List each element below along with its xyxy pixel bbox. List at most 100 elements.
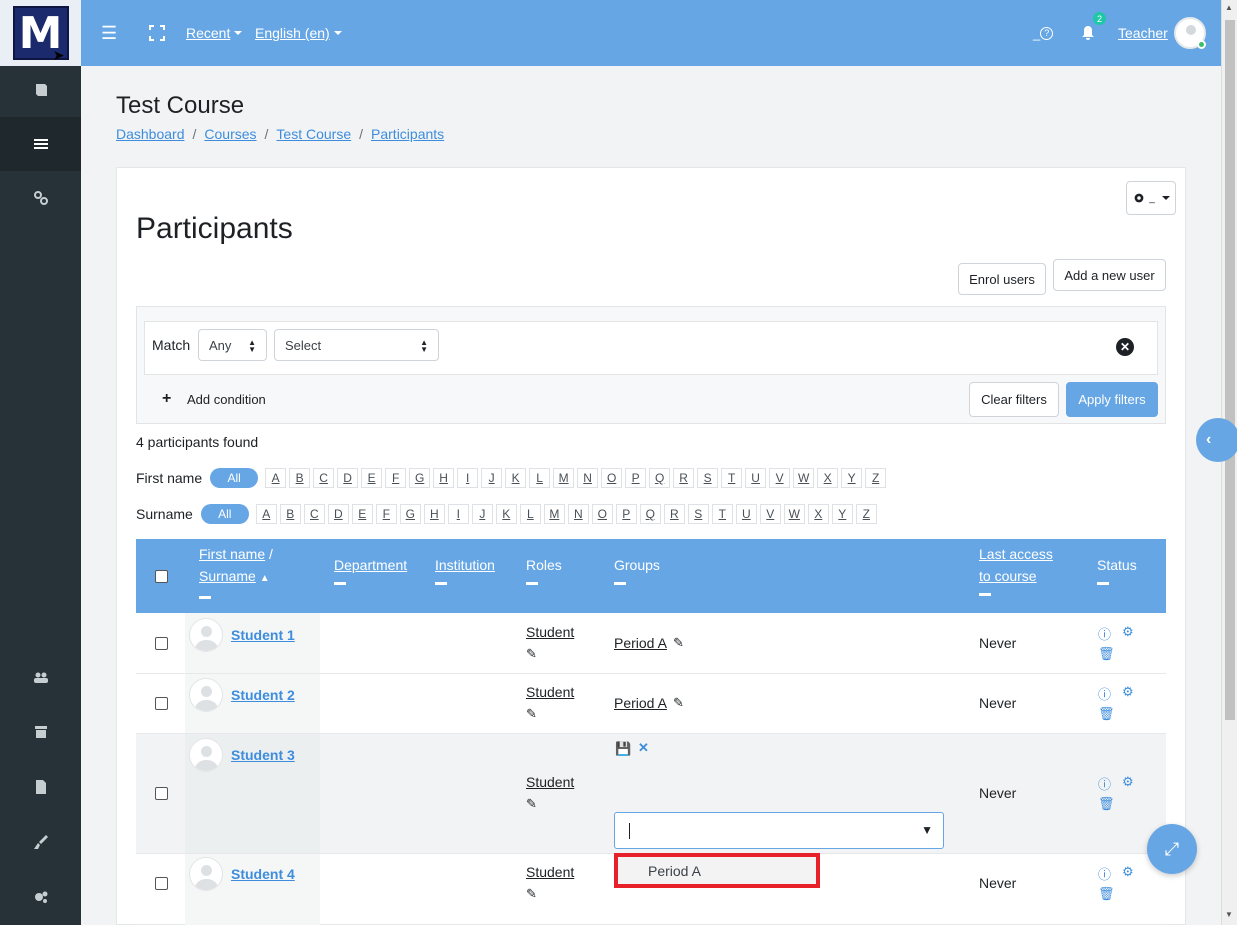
first-name-initial-l[interactable]: L	[529, 468, 551, 488]
first-name-initial-b[interactable]: B	[289, 468, 311, 488]
surname-initial-a[interactable]: A	[255, 504, 277, 524]
first-name-initial-v[interactable]: V	[769, 468, 791, 488]
fullscreen-icon[interactable]	[149, 0, 165, 66]
first-name-initial-c[interactable]: C	[313, 468, 335, 488]
gear-icon[interactable]: ⚙	[1122, 864, 1134, 880]
surname-initial-p[interactable]: P	[615, 504, 637, 524]
list-icon[interactable]	[0, 117, 81, 171]
chevron-down-icon[interactable]: ▼	[921, 823, 933, 837]
users-icon[interactable]	[0, 650, 81, 704]
last-access-sort-link[interactable]: Last access to course	[979, 546, 1053, 584]
trash-icon[interactable]: 🗑	[1098, 886, 1115, 902]
surname-initial-m[interactable]: M	[543, 504, 565, 524]
link-icon[interactable]	[0, 171, 81, 225]
first-name-initial-k[interactable]: K	[505, 468, 527, 488]
row-checkbox[interactable]	[155, 877, 168, 890]
select-all-checkbox[interactable]	[155, 570, 168, 583]
surname-initial-g[interactable]: G	[399, 504, 421, 524]
site-logo[interactable]: M ➤	[12, 6, 69, 64]
surname-initial-u[interactable]: U	[735, 504, 757, 524]
match-select[interactable]: Any ▲ ▼	[198, 329, 267, 361]
breadcrumb-course[interactable]: Test Course	[276, 126, 351, 142]
role-link[interactable]: Student	[526, 774, 574, 790]
row-checkbox[interactable]	[155, 697, 168, 710]
cancel-icon[interactable]: ✕	[638, 740, 649, 756]
surname-initial-b[interactable]: B	[279, 504, 301, 524]
help-icon[interactable]: _?	[1033, 0, 1054, 66]
scroll-down-icon[interactable]: ▼	[1225, 910, 1233, 919]
student-name-link[interactable]: Student 1	[231, 627, 295, 643]
apply-filters-button[interactable]: Apply filters	[1066, 382, 1158, 417]
surname-initial-s[interactable]: S	[687, 504, 709, 524]
first-name-initial-p[interactable]: P	[625, 468, 647, 488]
first-name-initial-s[interactable]: S	[697, 468, 719, 488]
edit-role-pencil-icon[interactable]: ✎	[526, 886, 537, 902]
scroll-up-icon[interactable]: ▲	[1225, 3, 1233, 12]
first-name-initial-m[interactable]: M	[553, 468, 575, 488]
edit-group-pencil-icon[interactable]: ✎	[673, 695, 684, 711]
settings-icon[interactable]	[0, 870, 81, 924]
first-name-initial-y[interactable]: Y	[841, 468, 863, 488]
scrollbar-thumb[interactable]	[1225, 20, 1235, 720]
surname-sort-link[interactable]: Surname	[199, 568, 256, 584]
first-name-initial-d[interactable]: D	[337, 468, 359, 488]
first-name-initial-z[interactable]: Z	[865, 468, 887, 488]
vertical-scrollbar[interactable]: ▲ ▼	[1221, 0, 1237, 925]
group-link[interactable]: Period A	[614, 695, 667, 711]
add-condition-link[interactable]: Add condition	[187, 392, 266, 407]
info-icon[interactable]: ⓘ	[1098, 864, 1111, 883]
first-name-initial-g[interactable]: G	[409, 468, 431, 488]
collapse-column-icon[interactable]	[614, 582, 626, 585]
surname-initial-i[interactable]: I	[447, 504, 469, 524]
first-name-initial-e[interactable]: E	[361, 468, 383, 488]
info-icon[interactable]: ⓘ	[1098, 774, 1111, 793]
remove-filter-icon[interactable]: ✕	[1116, 338, 1134, 356]
plus-icon[interactable]: +	[162, 390, 171, 408]
first-name-sort-link[interactable]: First name	[199, 546, 265, 562]
role-link[interactable]: Student	[526, 624, 574, 640]
edit-group-pencil-icon[interactable]: ✎	[673, 635, 684, 651]
first-name-initial-r[interactable]: R	[673, 468, 695, 488]
info-icon[interactable]: ⓘ	[1098, 624, 1111, 643]
collapse-column-icon[interactable]	[199, 596, 211, 599]
institution-sort-link[interactable]: Institution	[435, 557, 495, 573]
surname-all-button[interactable]: All	[200, 504, 249, 524]
surname-initial-d[interactable]: D	[327, 504, 349, 524]
first-name-initial-j[interactable]: J	[481, 468, 503, 488]
first-name-initial-f[interactable]: F	[385, 468, 407, 488]
student-name-link[interactable]: Student 4	[231, 866, 295, 882]
open-drawer-button[interactable]: ‹	[1196, 418, 1237, 462]
edit-role-pencil-icon[interactable]: ✎	[526, 796, 537, 812]
trash-icon[interactable]: 🗑	[1098, 796, 1115, 812]
gear-icon[interactable]: ⚙	[1122, 624, 1134, 640]
gear-icon[interactable]: ⚙	[1122, 684, 1134, 700]
gear-icon[interactable]: ⚙	[1122, 774, 1134, 790]
notifications-button[interactable]: 2	[1081, 0, 1106, 66]
surname-initial-q[interactable]: Q	[639, 504, 661, 524]
save-icon[interactable]: 💾	[615, 741, 631, 757]
user-menu[interactable]: Teacher	[1118, 0, 1206, 66]
role-link[interactable]: Student	[526, 864, 574, 880]
department-sort-link[interactable]: Department	[334, 557, 407, 573]
collapse-column-icon[interactable]	[526, 582, 538, 585]
surname-initial-e[interactable]: E	[351, 504, 373, 524]
breadcrumb-participants[interactable]: Participants	[371, 126, 444, 142]
edit-role-pencil-icon[interactable]: ✎	[526, 646, 537, 662]
actions-menu-button[interactable]: _	[1126, 181, 1176, 215]
enrol-users-button[interactable]: Enrol users	[958, 263, 1046, 295]
surname-initial-x[interactable]: X	[807, 504, 829, 524]
recent-menu[interactable]: Recent	[186, 0, 243, 66]
book-icon[interactable]	[0, 63, 81, 117]
breadcrumb-courses[interactable]: Courses	[204, 126, 256, 142]
trash-icon[interactable]: 🗑	[1098, 646, 1115, 662]
first-name-all-button[interactable]: All	[210, 468, 259, 488]
first-name-initial-x[interactable]: X	[817, 468, 839, 488]
row-checkbox[interactable]	[155, 637, 168, 650]
first-name-initial-o[interactable]: O	[601, 468, 623, 488]
edit-role-pencil-icon[interactable]: ✎	[526, 706, 537, 722]
surname-initial-n[interactable]: N	[567, 504, 589, 524]
collapse-column-icon[interactable]	[435, 582, 447, 585]
student-name-link[interactable]: Student 3	[231, 747, 295, 763]
file-icon[interactable]	[0, 760, 81, 814]
first-name-initial-h[interactable]: H	[433, 468, 455, 488]
